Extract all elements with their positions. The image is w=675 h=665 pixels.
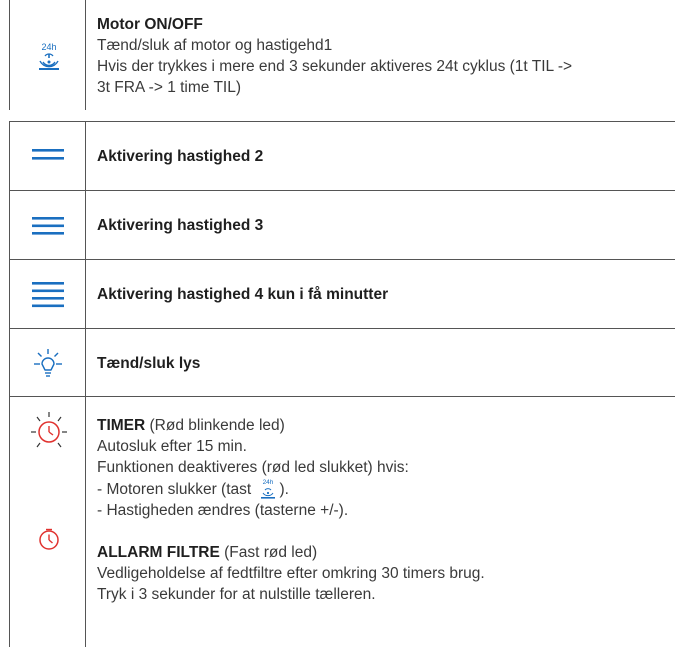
text-cell: Motor ON/OFF Tænd/sluk af motor og hasti…: [97, 14, 675, 124]
timer-blinking-icon: [31, 412, 67, 448]
alarm-note: (Fast rød led): [219, 544, 318, 561]
row-title: Motor ON/OFF: [97, 16, 203, 33]
fan-24h-inline-icon: 24h: [260, 479, 275, 499]
table-row: Tænd/sluk lys: [9, 328, 675, 397]
svg-text:24h: 24h: [41, 42, 56, 52]
row-line: - Motoren slukker (tast 24h ).: [97, 478, 675, 500]
row-title: Aktivering hastighed 3: [97, 217, 264, 234]
timer-title: TIMER: [97, 417, 146, 434]
text-cell: TIMER (Rød blinkende led) Autosluk efter…: [97, 415, 675, 665]
table-row: 24h Motor ON/OFF Tænd/sluk af motor og h…: [9, 0, 675, 110]
row-line: Funktionen deaktiveres (rød led slukket)…: [97, 459, 409, 476]
light-bulb-icon: [34, 349, 62, 377]
table-row: TIMER (Rød blinkende led) Autosluk efter…: [9, 396, 675, 647]
icon-cell: [9, 260, 86, 329]
icon-cell: [9, 329, 86, 397]
icon-cell: [9, 397, 86, 647]
row-line: - Hastigheden ændres (tasterne +/-).: [97, 502, 349, 519]
svg-text:24h: 24h: [262, 479, 273, 486]
icon-cell: 24h: [9, 0, 86, 110]
fan-24h-icon: 24h: [39, 42, 59, 70]
row-title: Tænd/sluk lys: [97, 354, 201, 372]
alarm-title: ALLARM FILTRE: [97, 544, 220, 561]
text-cell: Aktivering hastighed 4 kun i få minutter: [97, 260, 675, 329]
speed-3-lines-icon: [32, 217, 64, 235]
speed-2-lines-icon: [32, 149, 64, 160]
row-title: Aktivering hastighed 2: [97, 148, 264, 165]
table-row: Aktivering hastighed 3: [9, 190, 675, 260]
row-line: Tænd/sluk af motor og hastigehd1: [97, 37, 333, 54]
row-line: Vedligeholdelse af fedtfiltre efter omkr…: [97, 565, 485, 582]
row-title: Aktivering hastighed 4 kun i få minutter: [97, 286, 389, 303]
row-line: Hvis der trykkes i mere end 3 sekunder a…: [97, 58, 573, 75]
table-row: Aktivering hastighed 4 kun i få minutter: [9, 259, 675, 329]
text-cell: Aktivering hastighed 2: [97, 122, 675, 191]
instruction-table: 24h Motor ON/OFF Tænd/sluk af motor og h…: [9, 0, 675, 647]
bullet-text: ).: [279, 481, 289, 498]
icon-cell: [9, 191, 86, 260]
timer-heading: TIMER (Rød blinkende led): [97, 415, 675, 436]
row-line: Autosluk efter 15 min.: [97, 438, 247, 455]
icon-cell: [9, 122, 86, 191]
text-cell: Aktivering hastighed 3: [97, 191, 675, 260]
timer-icon: [39, 528, 59, 550]
speed-4-lines-icon: [32, 282, 64, 308]
text-cell: Tænd/sluk lys: [97, 329, 675, 397]
table-row: Aktivering hastighed 2: [9, 121, 675, 191]
alarm-heading: ALLARM FILTRE (Fast rød led): [97, 542, 675, 563]
bullet-text: - Motoren slukker (tast: [97, 481, 256, 498]
row-line: Tryk i 3 sekunder for at nulstille tælle…: [97, 586, 376, 603]
row-line: 3t FRA -> 1 time TIL): [97, 79, 241, 96]
timer-note: (Rød blinkende led): [145, 417, 285, 434]
